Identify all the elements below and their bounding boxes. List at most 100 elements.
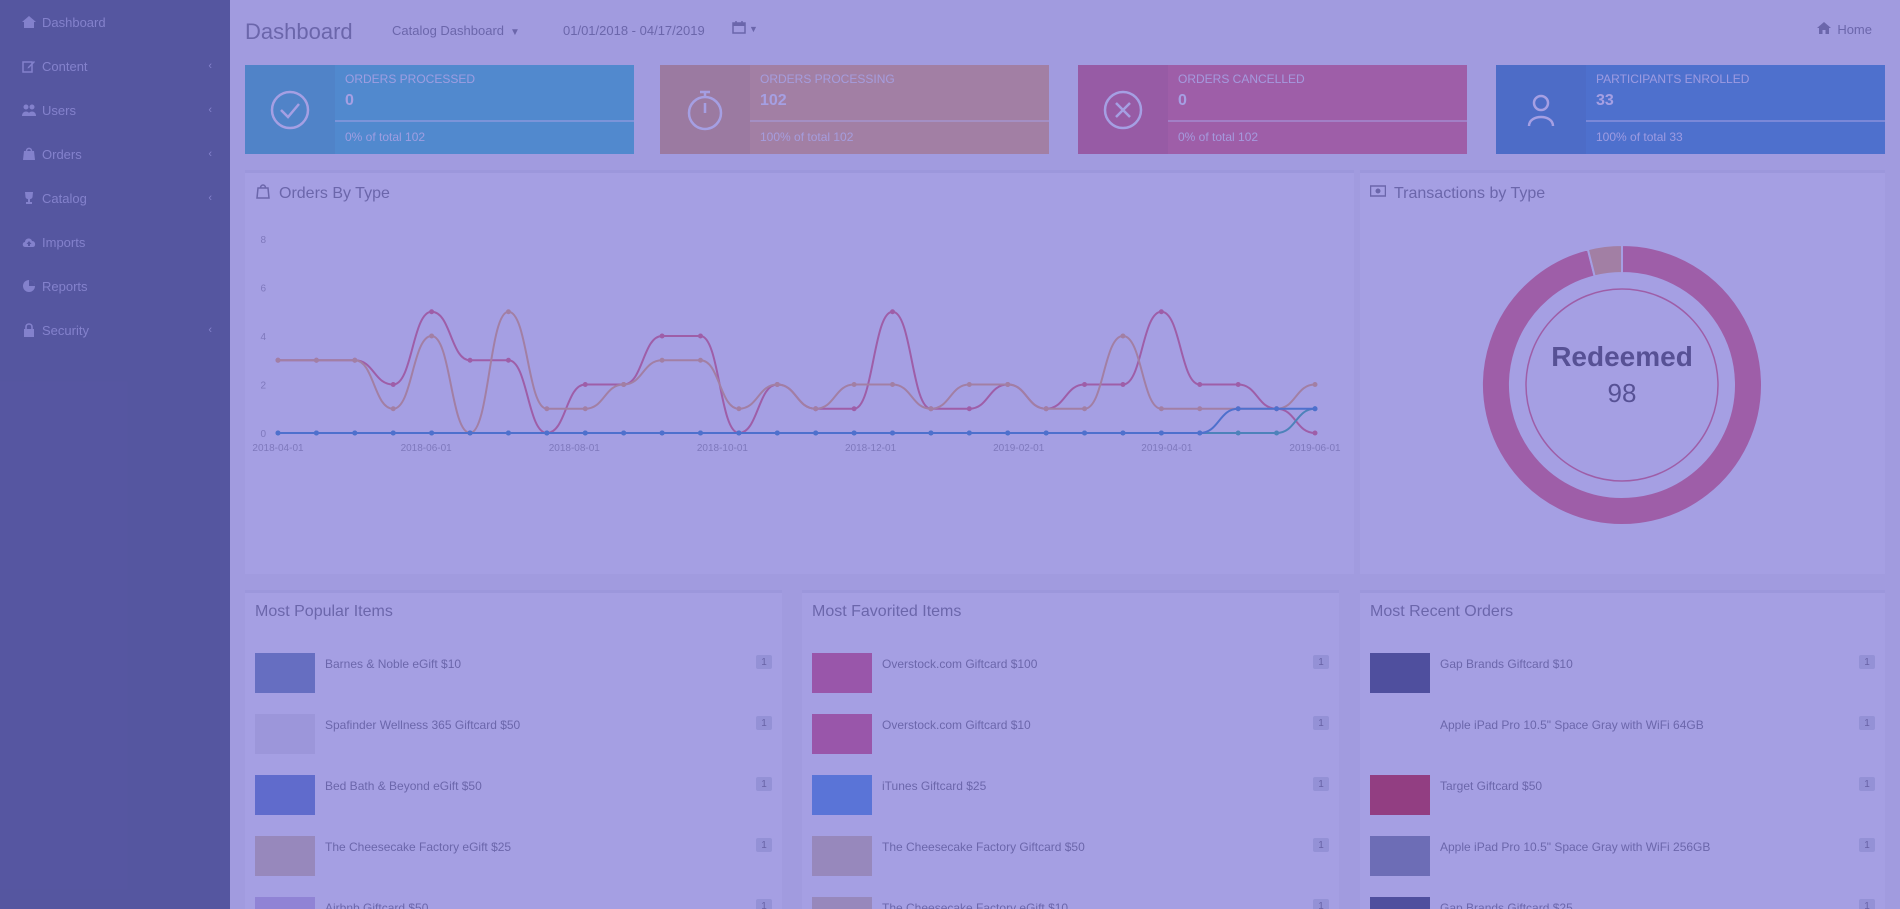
sidebar-item-reports[interactable]: Reports [0,264,230,308]
item-name: Overstock.com Giftcard $100 [882,657,1038,671]
count-badge: 1 [1859,838,1875,852]
pie-chart-icon [22,279,36,293]
count-badge: 1 [1313,838,1329,852]
list-item[interactable]: Spafinder Wellness 365 Giftcard $50 1 [255,714,772,758]
x-tick-label: 2018-04-01 [252,443,304,454]
series-point [1043,430,1049,436]
item-thumbnail [812,775,872,815]
sidebar-item-label: Orders [42,146,82,162]
sidebar-item-orders[interactable]: Orders ‹ [0,132,230,176]
sidebar-item-security[interactable]: Security ‹ [0,308,230,352]
series-point [659,430,665,436]
stat-label: ORDERS CANCELLED [1178,72,1305,86]
series-point [966,430,972,436]
date-range-input[interactable]: 01/01/2018 - 04/17/2019 [563,23,705,38]
donut-center-value: 98 [1607,378,1637,408]
sidebar: Dashboard Content ‹ Users ‹ Orders ‹ Catalog ‹ Im… [0,0,230,909]
list-item[interactable]: Overstock.com Giftcard $100 1 [812,653,1329,697]
y-tick-label: 6 [260,284,266,295]
home-link[interactable]: Home [1817,22,1872,37]
list-item[interactable]: Overstock.com Giftcard $10 1 [812,714,1329,758]
dashboard-select[interactable]: Catalog Dashboard ▼ [392,23,520,38]
count-badge: 1 [1859,655,1875,669]
series-point [1197,430,1203,436]
x-tick-label: 2018-12-01 [845,443,897,454]
list-item[interactable]: iTunes Giftcard $25 1 [812,775,1329,819]
series-point [1235,430,1241,436]
sidebar-item-dashboard[interactable]: Dashboard [0,0,230,44]
series-point [429,430,435,436]
item-thumbnail [1370,653,1430,693]
list-item[interactable]: Barnes & Noble eGift $10 1 [255,653,772,697]
list-item[interactable]: The Cheesecake Factory eGift $10 1 [812,897,1329,909]
series-point [697,430,703,436]
most-favorited-title: Most Favorited Items [812,603,962,620]
orders-by-type-panel: Orders By Type 0 2 4 6 8 2018-04-01 2018-06-01… [245,170,1354,574]
sidebar-item-catalog[interactable]: Catalog ‹ [0,176,230,220]
chevron-left-icon: ‹ [208,324,212,336]
item-thumbnail [255,897,315,909]
series-point [774,382,780,387]
item-name: The Cheesecake Factory Giftcard $50 [882,840,1085,854]
most-recent-orders-title: Most Recent Orders [1370,603,1514,620]
series-point [851,430,857,436]
sidebar-item-users[interactable]: Users ‹ [0,88,230,132]
sidebar-item-label: Dashboard [42,14,106,30]
series-point [467,430,473,436]
item-name: Airbnb Giftcard $50 [325,901,429,909]
sidebar-item-imports[interactable]: Imports [0,220,230,264]
series-point [1274,430,1280,436]
item-thumbnail [812,653,872,693]
series-point [813,406,819,412]
transactions-by-type-panel: Transactions by Type Redeemed 98 [1360,170,1885,574]
most-popular-title: Most Popular Items [255,603,393,620]
series-point [1120,382,1126,387]
chevron-left-icon: ‹ [208,192,212,204]
list-item[interactable]: Airbnb Giftcard $50 1 [255,897,772,909]
item-name: Gap Brands Giftcard $25 [1440,901,1573,909]
calendar-icon [732,21,746,37]
series-point [621,382,627,387]
orders-icon [22,147,36,161]
series-line-3 [278,407,1316,434]
list-item[interactable]: Apple iPad Pro 10.5" Space Gray with WiF… [1370,836,1875,880]
item-name: Target Giftcard $50 [1440,779,1543,793]
series-point [352,357,358,363]
list-item[interactable]: Apple iPad Pro 10.5" Space Gray with WiF… [1370,714,1875,758]
count-badge: 1 [756,655,772,669]
list-item[interactable]: Gap Brands Giftcard $10 1 [1370,653,1875,697]
user-icon [1496,65,1586,154]
series-point [890,382,896,387]
item-name: Spafinder Wellness 365 Giftcard $50 [325,718,521,732]
item-name: The Cheesecake Factory eGift $10 [882,901,1069,909]
transactions-by-type-title-text: Transactions by Type [1394,184,1546,202]
caret-down-icon: ▼ [510,27,520,38]
shopping-bag-icon [255,183,271,204]
stat-value: 33 [1596,92,1614,109]
y-tick-label: 8 [260,235,266,246]
series-point [544,406,550,412]
list-item[interactable]: Gap Brands Giftcard $25 1 [1370,897,1875,909]
stat-subtext: 0% of total 102 [1178,130,1259,144]
item-thumbnail [812,836,872,876]
page-title: Dashboard [245,19,353,44]
most-favorited-panel: Most Favorited Items Overstock.com Giftc… [802,590,1339,909]
series-point [736,406,742,412]
stat-value: 0 [1178,92,1187,109]
calendar-button[interactable]: ▼ [732,21,758,37]
item-thumbnail [255,653,315,693]
orders-line-chart: 0 2 4 6 8 2018-04-01 2018-06-01 2018-08-01 2018-… [252,235,1341,454]
list-item[interactable]: Target Giftcard $50 1 [1370,775,1875,819]
count-badge: 1 [756,899,772,909]
item-thumbnail [255,836,315,876]
series-point [313,430,319,436]
edit-icon [22,59,36,73]
list-item[interactable]: The Cheesecake Factory eGift $25 1 [255,836,772,880]
list-item[interactable]: Bed Bath & Beyond eGift $50 1 [255,775,772,819]
sidebar-item-content[interactable]: Content ‹ [0,44,230,88]
item-thumbnail [1370,836,1430,876]
list-item[interactable]: The Cheesecake Factory Giftcard $50 1 [812,836,1329,880]
item-name: Gap Brands Giftcard $10 [1440,657,1573,671]
chevron-left-icon: ‹ [208,60,212,72]
stat-value: 102 [760,92,787,109]
